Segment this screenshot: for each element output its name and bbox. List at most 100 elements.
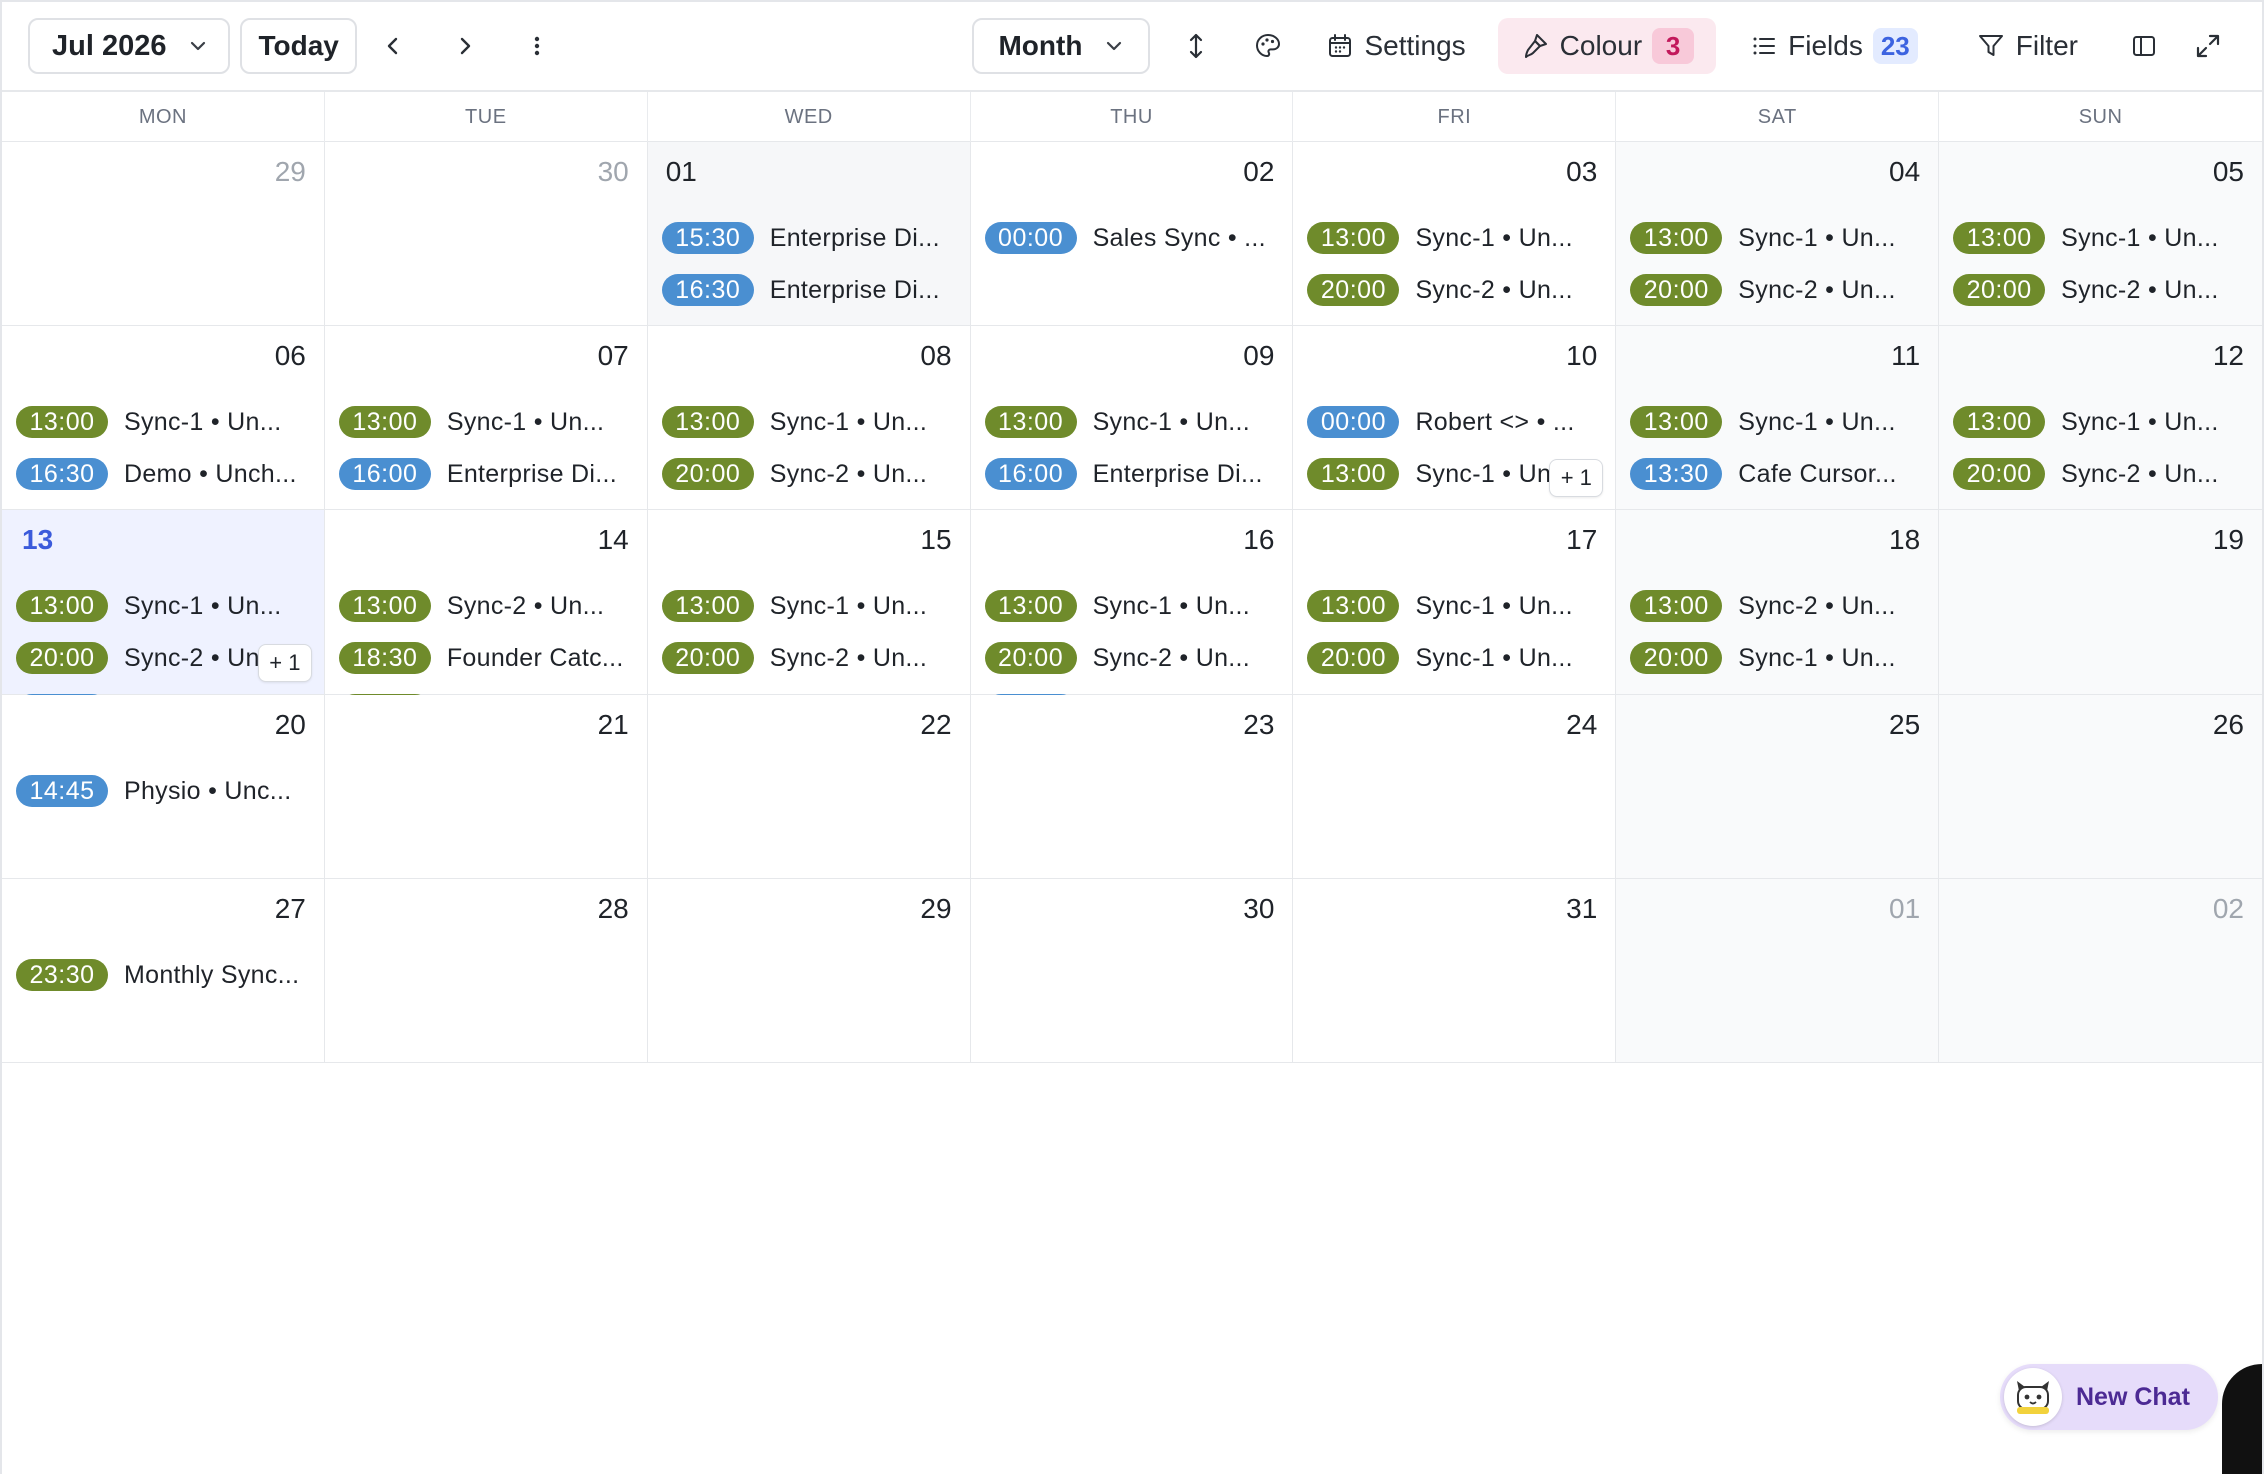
calendar-event[interactable]: 20:00 Sync-2 • Un... — [984, 632, 1281, 684]
day-cell[interactable]: 04 13:00 Sync-1 • Un... 20:00 Sync-2 • Un... — [1616, 142, 1940, 325]
day-cell[interactable]: 31 — [1293, 879, 1617, 1062]
calendar-event[interactable]: 20:00 Sync-1 • Un... — [1307, 632, 1603, 684]
calendar-event[interactable]: 13:00 Sync-1 • Un... — [661, 396, 958, 448]
day-cell[interactable]: 22 — [647, 695, 971, 878]
day-cell[interactable]: 24 — [1293, 695, 1617, 878]
day-cell[interactable]: 13 13:00 Sync-1 • Un... 20:00 Sync-2 • Un...… — [2, 510, 325, 726]
day-number: 12 — [2212, 340, 2245, 371]
settings-button[interactable]: Settings — [1306, 18, 1485, 74]
day-cell[interactable]: 18 13:00 Sync-2 • Un... 20:00 Sync-1 • Un... — [1616, 510, 1940, 694]
day-cell[interactable]: 17 13:00 Sync-1 • Un... 20:00 Sync-1 • Un... — [1293, 510, 1617, 694]
next-month-button[interactable] — [437, 18, 493, 74]
row-height-button[interactable] — [1168, 18, 1224, 74]
day-cell[interactable]: 30 — [970, 879, 1294, 1062]
chevron-down-icon — [188, 36, 208, 56]
calendar-event[interactable]: 23:30 Monthly Sync... — [16, 949, 312, 1001]
more-events-button[interactable]: + 1 — [1549, 459, 1604, 497]
day-cell[interactable]: 28 — [324, 879, 648, 1062]
calendar-event[interactable]: 13:00 Sync-1 • Un... — [16, 396, 312, 448]
filter-button[interactable]: Filter — [1956, 18, 2098, 74]
day-cell[interactable]: 16 13:00 Sync-1 • Un... 20:00 Sync-2 • Un...… — [970, 510, 1294, 726]
event-time-badge: 16:30 — [16, 458, 108, 490]
toggle-sidebar-button[interactable] — [2116, 18, 2172, 74]
calendar-event[interactable]: 20:00 Sync-2 • Un... — [1630, 264, 1926, 316]
new-chat-button[interactable]: New Chat — [2000, 1364, 2218, 1430]
day-cell[interactable]: 27 23:30 Monthly Sync... — [2, 879, 325, 1062]
calendar-event[interactable]: 16:30 Enterprise Di... — [661, 264, 958, 316]
calendar-event[interactable]: 20:00 Sync-1 • Un... — [1630, 632, 1926, 684]
calendar-event[interactable]: 13:00 Sync-1 • Un... — [338, 396, 635, 448]
calendar-event[interactable]: 13:00 Sync-1 • Un... — [1307, 212, 1603, 264]
calendar-event[interactable]: 13:00 Sync-1 • Un... — [1630, 396, 1926, 448]
calendar-event[interactable]: 13:00 Sync-1 • Un... — [1953, 212, 2250, 264]
calendar-event[interactable]: 20:00 Sync-2 • Un... — [1953, 448, 2250, 500]
calendar-event[interactable]: 20:00 Sync-2 • Un... — [1953, 264, 2250, 316]
day-cell[interactable]: 01 15:30 Enterprise Di... 16:30 Enterprise D… — [647, 142, 971, 358]
day-cell[interactable]: 12 13:00 Sync-1 • Un... 20:00 Sync-2 • Un... — [1939, 326, 2262, 509]
calendar-event[interactable]: 20:00 Sync-2 • Un... — [1307, 264, 1603, 316]
calendar-event[interactable]: 16:00 Enterprise Di... — [338, 448, 635, 500]
calendar-event[interactable]: 18:30 Founder Catc... — [338, 632, 635, 684]
day-cell[interactable]: 29 — [2, 142, 325, 325]
calendar-event[interactable]: 16:30 Demo • Unch... — [16, 448, 312, 500]
day-cell[interactable]: 20 14:45 Physio • Unc... — [2, 695, 325, 878]
calendar-event[interactable]: 13:00 Sync-1 • Un... — [1307, 580, 1603, 632]
previous-month-button[interactable] — [365, 18, 421, 74]
calendar-event[interactable]: 16:00 Enterprise Di... — [984, 448, 1281, 500]
day-cell[interactable]: 30 — [324, 142, 648, 325]
today-button[interactable]: Today — [240, 18, 357, 74]
calendar-event[interactable]: 13:00 Sync-1 • Un... — [661, 580, 958, 632]
day-cell[interactable]: 23 — [970, 695, 1294, 878]
event-title: Enterprise Di... — [769, 223, 940, 252]
calendar-event[interactable]: 13:30 Cafe Cursor... — [1630, 448, 1926, 500]
expand-button[interactable] — [2180, 18, 2236, 74]
calendar-event[interactable]: 20:00 Sync-2 • Un... — [661, 632, 958, 684]
calendar-event[interactable]: 20:00 Sync-2 • Un... — [661, 448, 958, 500]
day-cell[interactable]: 14 13:00 Sync-2 • Un... 18:30 Founder Catc..… — [324, 510, 648, 726]
theme-button[interactable] — [1240, 18, 1296, 74]
calendar-event[interactable]: 13:00 Sync-2 • Un... — [1630, 580, 1926, 632]
event-time-badge: 16:00 — [338, 458, 431, 490]
day-cell[interactable]: 25 — [1616, 695, 1940, 878]
day-cell[interactable]: 01 — [1616, 879, 1940, 1062]
calendar-event[interactable]: 13:00 Sync-1 • Un... — [16, 580, 312, 632]
calendar-event[interactable]: 13:00 Sync-1 • Un... — [984, 580, 1281, 632]
day-cell[interactable]: 03 13:00 Sync-1 • Un... 20:00 Sync-2 • Un... — [1293, 142, 1617, 325]
calendar-event[interactable]: 13:00 Sync-2 • Un... — [338, 580, 635, 632]
day-cell[interactable]: 06 13:00 Sync-1 • Un... 16:30 Demo • Unch...… — [2, 326, 325, 542]
month-picker[interactable]: Jul 2026 — [28, 18, 231, 74]
calendar-event[interactable]: 00:00 Sales Sync • ... — [984, 212, 1281, 264]
day-cell[interactable]: 05 13:00 Sync-1 • Un... 20:00 Sync-2 • Un... — [1939, 142, 2262, 325]
more-options-button[interactable] — [509, 18, 565, 74]
event-time-badge: 13:00 — [338, 406, 431, 438]
event-list: 13:00 Sync-1 • Un... 20:00 Sync-2 • Un... — [1953, 396, 2250, 500]
day-cell[interactable]: 26 — [1939, 695, 2262, 878]
day-cell[interactable]: 19 — [1939, 510, 2262, 694]
fields-button[interactable]: Fields 23 — [1730, 18, 1938, 74]
event-title: Enterprise Di... — [769, 275, 940, 304]
day-cell[interactable]: 29 — [647, 879, 971, 1062]
day-cell[interactable]: 15 13:00 Sync-1 • Un... 20:00 Sync-2 • Un... — [647, 510, 971, 694]
weekday-label: THU — [971, 92, 1294, 142]
calendar-event[interactable]: 13:00 Sync-1 • Un... — [984, 396, 1281, 448]
day-cell[interactable]: 07 13:00 Sync-1 • Un... 16:00 Enterprise Di.… — [324, 326, 648, 542]
event-title: Cafe Cursor... — [1738, 459, 1897, 488]
day-cell[interactable]: 02 00:00 Sales Sync • ... — [970, 142, 1294, 325]
day-number: 15 — [920, 524, 952, 555]
calendar-event[interactable]: 15:30 Enterprise Di... — [661, 212, 958, 264]
day-cell[interactable]: 10 00:00 Robert <> • ... 13:00 Sync-1 • Un..… — [1293, 326, 1617, 542]
event-time-badge: 20:00 — [661, 458, 754, 490]
day-cell[interactable]: 02 — [1939, 879, 2262, 1062]
calendar-event[interactable]: 14:45 Physio • Unc... — [16, 765, 312, 817]
more-events-button[interactable]: + 1 — [257, 644, 312, 682]
event-title: Robert <> • ... — [1415, 407, 1575, 436]
day-cell[interactable]: 21 — [324, 695, 648, 878]
calendar-event[interactable]: 00:00 Robert <> • ... — [1307, 396, 1603, 448]
calendar-event[interactable]: 13:00 Sync-1 • Un... — [1953, 396, 2250, 448]
view-selector[interactable]: Month — [972, 18, 1151, 74]
day-cell[interactable]: 11 13:00 Sync-1 • Un... 13:30 Cafe Cursor...… — [1616, 326, 1940, 542]
day-cell[interactable]: 09 13:00 Sync-1 • Un... 16:00 Enterprise Di.… — [970, 326, 1294, 542]
day-cell[interactable]: 08 13:00 Sync-1 • Un... 20:00 Sync-2 • Un... — [647, 326, 971, 509]
calendar-event[interactable]: 13:00 Sync-1 • Un... — [1630, 212, 1926, 264]
colour-button[interactable]: Colour 3 — [1497, 18, 1717, 74]
